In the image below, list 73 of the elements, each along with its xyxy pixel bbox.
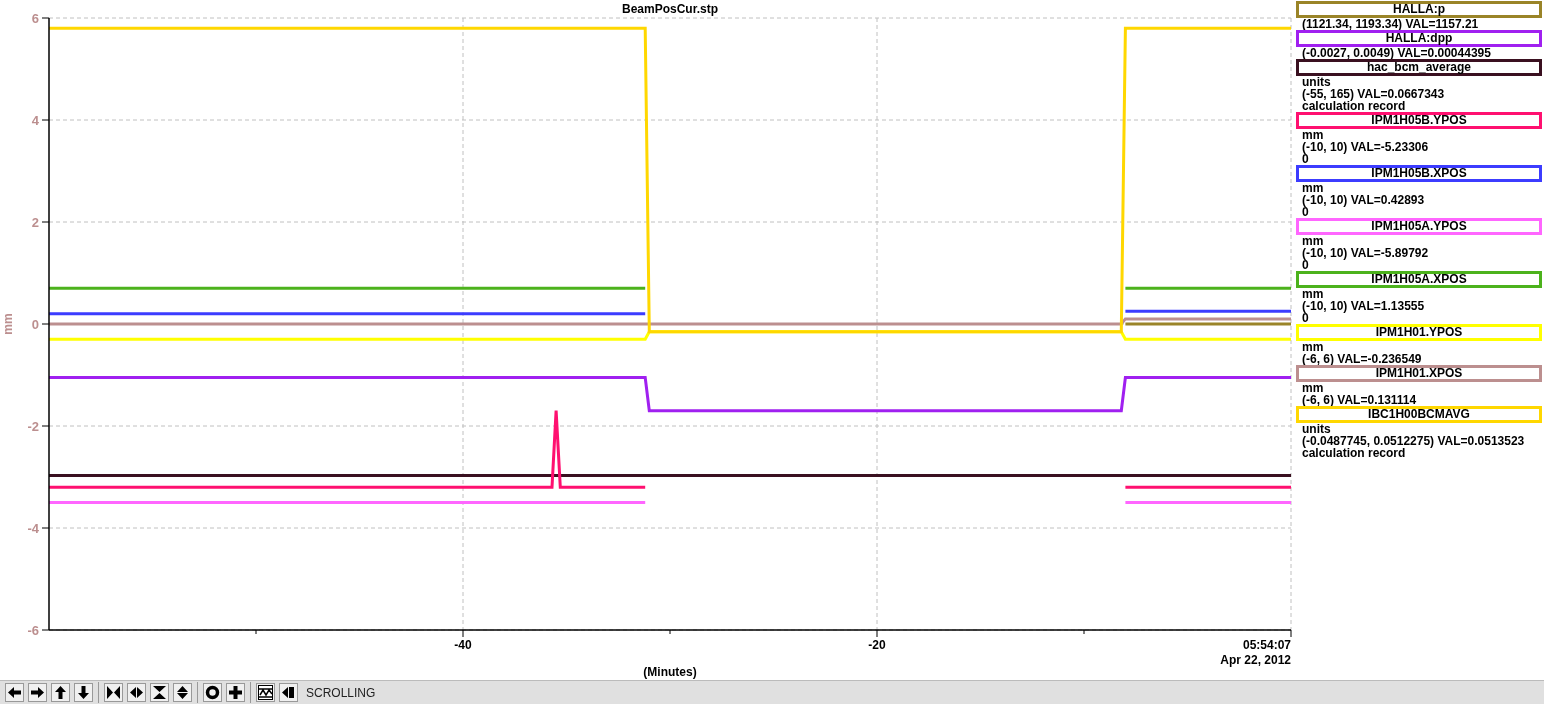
toolbar-button[interactable] [279,683,298,702]
chart-title: BeamPosCur.stp [622,2,718,16]
legend-text: 0 [1301,153,1309,165]
zoom-in-vertical-icon [152,685,167,700]
toolbar-button[interactable] [226,683,245,702]
toolbar-button[interactable] [173,683,192,702]
y-tick-label: -6 [27,623,39,638]
legend-header[interactable]: HALLA:dpp [1296,30,1542,47]
toolbar-button[interactable] [74,683,93,702]
legend-header[interactable]: IPM1H01.YPOS [1296,324,1542,341]
toolbar-button[interactable] [256,683,275,702]
toolbar-button[interactable] [150,683,169,702]
arrow-right-icon [30,685,45,700]
x-axis-title: (Minutes) [643,665,697,679]
legend-text: (-0.0487745, 0.0512275) VAL=0.0513523 [1301,435,1526,447]
legend-text: units [1301,76,1332,88]
arrow-up-icon [53,685,68,700]
legend-text: calculation record [1301,447,1406,459]
toolbar-button[interactable] [28,683,47,702]
legend-text: mm [1301,235,1325,247]
toolbar-button[interactable] [104,683,123,702]
legend-header[interactable]: hac_bcm_average [1296,59,1542,76]
date-label: Apr 22, 2012 [1220,653,1291,667]
time-label: 05:54:07 [1242,638,1291,652]
legend-text: 0 [1301,206,1309,218]
legend-text: (-6, 6) VAL=-0.236549 [1301,353,1423,365]
legend-text: mm [1301,182,1325,194]
y-tick-label: -4 [27,521,39,536]
y-axis-title: mm [1,313,15,335]
legend-text: (-10, 10) VAL=0.42893 [1301,194,1426,206]
ring-icon [205,685,220,700]
legend-text: (-6, 6) VAL=0.131114 [1301,394,1418,406]
arrow-down-icon [76,685,91,700]
toolbar-button[interactable] [203,683,222,702]
legend-header[interactable]: HALLA:p [1296,1,1542,18]
legend-text: 0 [1301,312,1309,324]
y-tick-label: 0 [31,317,39,332]
graph-icon [258,685,273,700]
y-tick-label: -2 [27,419,39,434]
legend-header[interactable]: IPM1H01.XPOS [1296,365,1542,382]
plus-icon [228,685,243,700]
y-tick-label: 6 [31,11,39,26]
legend-header[interactable]: IBC1H00BCMAVG [1296,406,1542,423]
zoom-in-horizontal-icon [106,685,121,700]
mode-label: SCROLLING [306,685,376,700]
jump-back-icon [281,685,296,700]
legend-text: mm [1301,129,1325,141]
x-tick-label: -40 [454,638,472,652]
y-tick-label: 2 [31,215,39,230]
zoom-out-vertical-icon [175,685,190,700]
legend-text: mm [1301,341,1325,353]
legend-header[interactable]: IPM1H05A.XPOS [1296,271,1542,288]
arrow-left-icon [7,685,22,700]
y-tick-label: 4 [31,113,39,128]
legend-text: units [1301,423,1332,435]
toolbar-button[interactable] [5,683,24,702]
legend-text: mm [1301,382,1325,394]
legend-header[interactable]: IPM1H05B.XPOS [1296,165,1542,182]
legend-text: (-55, 165) VAL=0.0667343 [1301,88,1446,100]
legend-header[interactable]: IPM1H05B.YPOS [1296,112,1542,129]
legend-text: (-10, 10) VAL=-5.89792 [1301,247,1430,259]
legend-text: mm [1301,288,1325,300]
legend-text: 0 [1301,259,1309,271]
legend-text: (-0.0027, 0.0049) VAL=0.00044395 [1301,47,1492,59]
legend-text: (-10, 10) VAL=1.13555 [1301,300,1426,312]
legend-text: (-10, 10) VAL=-5.23306 [1301,141,1430,153]
x-tick-label: -20 [868,638,886,652]
legend-text: calculation record [1301,100,1407,112]
legend-header[interactable]: IPM1H05A.YPOS [1296,218,1542,235]
toolbar-button[interactable] [127,683,146,702]
legend-text: (1121.34, 1193.34) VAL=1157.21 [1301,18,1480,30]
toolbar-button[interactable] [51,683,70,702]
zoom-out-horizontal-icon [129,685,144,700]
